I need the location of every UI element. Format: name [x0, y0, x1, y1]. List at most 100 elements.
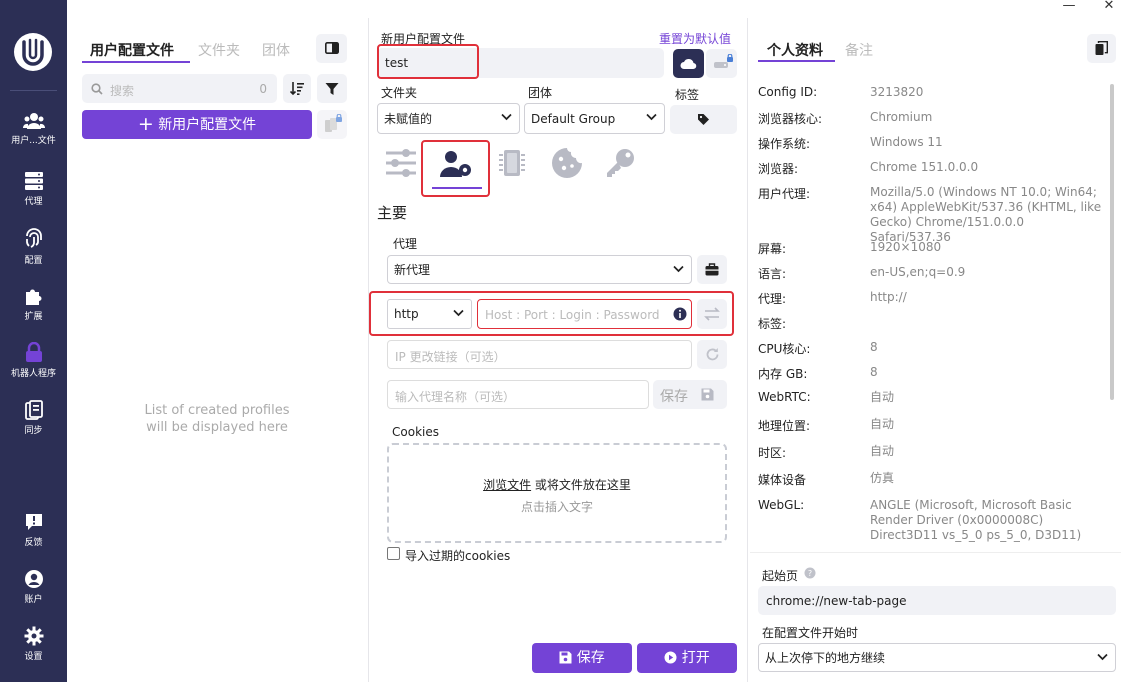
tab-cookies[interactable] [551, 147, 583, 179]
sidebar-item-account[interactable]: 账户 [0, 569, 67, 605]
on-start-select[interactable]: 从上次停下的地方继续 [758, 643, 1116, 672]
storage-lock-icon [714, 54, 733, 68]
minimize-button[interactable]: — [1057, 0, 1081, 14]
sidebar-item-settings[interactable]: 设置 [0, 626, 67, 662]
toggle-panel-button[interactable] [316, 34, 347, 63]
new-profile-label: 新用户配置文件 [158, 117, 257, 133]
folder-select[interactable]: 未赋值的 [377, 103, 520, 134]
sidebar-item-extensions[interactable]: 扩展 [0, 286, 67, 322]
sidebar-item-label: 用户...文件 [11, 136, 56, 146]
info-scrollbar[interactable] [1110, 84, 1114, 400]
chevron-down-icon [673, 265, 684, 273]
on-start-value: 从上次停下的地方继续 [765, 651, 886, 665]
saved-proxies-button[interactable] [697, 255, 727, 284]
browse-files-link[interactable]: 浏览文件 [483, 478, 531, 492]
filter-button[interactable] [317, 74, 347, 103]
sidebar-item-config[interactable]: 配置 [0, 228, 67, 266]
sidebar-item-label: 反馈 [24, 538, 43, 548]
sidebar-item-profiles[interactable]: 用户...文件 [0, 112, 67, 146]
start-page-label: 起始页 [762, 569, 799, 583]
save-button[interactable]: 保存 [532, 643, 632, 673]
key-icon [607, 149, 634, 177]
open-button[interactable]: 打开 [637, 643, 737, 673]
highlight-name [377, 44, 479, 79]
sidebar-item-robots[interactable]: 机器人程序 [0, 342, 67, 379]
section-title: 主要 [377, 204, 408, 222]
save-proxy-button[interactable]: 保存 [653, 380, 727, 409]
info-key: 地理位置: [758, 419, 811, 433]
tab-passwords[interactable] [605, 147, 637, 179]
local-storage-button[interactable] [706, 49, 737, 78]
open-label: 打开 [681, 650, 710, 666]
users-gear-icon [22, 113, 45, 129]
copy-info-button[interactable] [1087, 34, 1116, 63]
group-value: Default Group [531, 112, 616, 126]
tab-groups[interactable]: 团体 [262, 40, 290, 60]
info-value: ANGLE (Microsoft, Microsoft Basic Render… [870, 498, 1082, 542]
proxy-select[interactable]: 新代理 [387, 255, 692, 284]
close-button[interactable]: ✕ [1097, 0, 1121, 14]
tab-general-settings[interactable] [385, 146, 417, 182]
info-key: 语言: [758, 267, 787, 281]
copy-lock-icon [325, 114, 342, 132]
chevron-down-icon [1097, 653, 1108, 661]
info-value: 仿真 [870, 471, 895, 485]
cookies-dropzone[interactable]: 浏览文件 或将文件放在这里 点击插入文字 [387, 443, 727, 543]
info-key: WebGL: [758, 498, 805, 512]
sort-button[interactable] [283, 74, 311, 103]
batch-create-button[interactable] [317, 110, 347, 139]
group-label: 团体 [528, 86, 553, 100]
info-value: Windows 11 [870, 135, 943, 149]
info-key: 内存 GB: [758, 367, 808, 381]
info-value: Chromium [870, 110, 933, 124]
paste-text-hint[interactable]: 点击插入文字 [389, 498, 725, 515]
cloud-storage-button[interactable] [673, 49, 704, 78]
info-value: Chrome 151.0.0.0 [870, 160, 979, 174]
info-key: 用户代理: [758, 187, 811, 201]
import-expired-checkbox[interactable] [387, 547, 400, 560]
sidebar-item-feedback[interactable]: 反馈 [0, 512, 67, 548]
tab-notes[interactable]: 备注 [845, 40, 873, 60]
start-page-input[interactable]: chrome://new-tab-page [758, 586, 1116, 615]
ip-change-link-input[interactable]: IP 更改链接（可选） [387, 340, 692, 369]
search-count: 0 [259, 82, 267, 96]
reset-defaults-link[interactable]: 重置为默认值 [659, 30, 731, 47]
cookies-label: Cookies [392, 425, 439, 439]
tab-profiles[interactable]: 用户配置文件 [90, 40, 174, 60]
help-icon[interactable]: ? [804, 567, 816, 579]
import-expired-label: 导入过期的cookies [405, 549, 511, 563]
highlight-proxy-row [369, 291, 734, 336]
highlight-profile-tab [421, 140, 490, 197]
info-value: 自动 [870, 444, 895, 458]
refresh-ip-button[interactable] [697, 340, 727, 369]
chip-icon [499, 150, 525, 176]
tab-folders[interactable]: 文件夹 [198, 40, 240, 60]
dropzone-text: 浏览文件 或将文件放在这里 [483, 478, 631, 492]
puzzle-icon [25, 289, 41, 305]
group-select[interactable]: Default Group [524, 103, 665, 134]
plus-icon: + [137, 113, 154, 135]
sidebar-item-proxy[interactable]: 代理 [0, 171, 67, 207]
search-input[interactable]: 搜索 0 [82, 74, 277, 103]
sidebar-item-sync[interactable]: 同步 [0, 400, 67, 436]
on-start-label: 在配置文件开始时 [762, 626, 859, 640]
gear-icon [24, 626, 43, 646]
new-profile-button[interactable]: + 新用户配置文件 [82, 110, 312, 139]
info-key: 屏幕: [758, 242, 787, 256]
server-icon [24, 172, 43, 190]
proxy-label: 代理 [393, 237, 418, 251]
info-key: CPU核心: [758, 342, 811, 356]
sidebar-item-label: 扩展 [24, 312, 43, 322]
tab-profile-info[interactable]: 个人资料 [767, 40, 823, 60]
proxy-name-input[interactable]: 输入代理名称（可选） [387, 380, 649, 409]
info-key: 操作系统: [758, 137, 811, 151]
tags-button[interactable] [670, 105, 737, 134]
folder-label: 文件夹 [381, 86, 418, 100]
search-placeholder: 搜索 [110, 84, 135, 98]
save-proxy-label: 保存 [660, 389, 688, 405]
info-key: Config ID: [758, 85, 818, 99]
sidebar-item-label: 同步 [24, 426, 43, 436]
folder-value: 未赋值的 [384, 112, 433, 126]
sidebar-item-label: 机器人程序 [10, 369, 56, 379]
tab-hardware[interactable] [497, 147, 527, 179]
